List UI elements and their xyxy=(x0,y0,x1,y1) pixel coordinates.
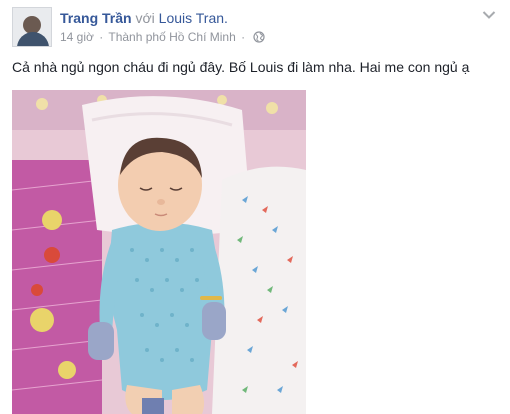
meta-separator: · xyxy=(99,30,104,44)
globe-icon[interactable] xyxy=(253,31,266,43)
tagged-friend-link[interactable]: Louis Tran. xyxy=(159,10,228,26)
baby-photo xyxy=(12,90,306,414)
post-header: Trang Trần với Louis Tran. xyxy=(60,9,228,27)
author-avatar[interactable] xyxy=(12,7,52,47)
author-name-link[interactable]: Trang Trần xyxy=(60,10,132,26)
post-meta: 14 giờ · Thành phố Hồ Chí Minh · xyxy=(60,30,266,44)
location-link[interactable]: Thành phố Hồ Chí Minh xyxy=(108,30,235,44)
with-word: với xyxy=(135,10,155,26)
post-timestamp-link[interactable]: 14 giờ xyxy=(60,30,94,44)
feed-post: Trang Trần với Louis Tran. 14 giờ · Thàn… xyxy=(0,0,510,414)
privacy-separator: · xyxy=(241,30,246,44)
post-text: Cả nhà ngủ ngon cháu đi ngủ đây. Bố Loui… xyxy=(12,59,470,75)
post-photo[interactable] xyxy=(12,90,306,414)
chevron-down-icon[interactable] xyxy=(482,10,496,20)
